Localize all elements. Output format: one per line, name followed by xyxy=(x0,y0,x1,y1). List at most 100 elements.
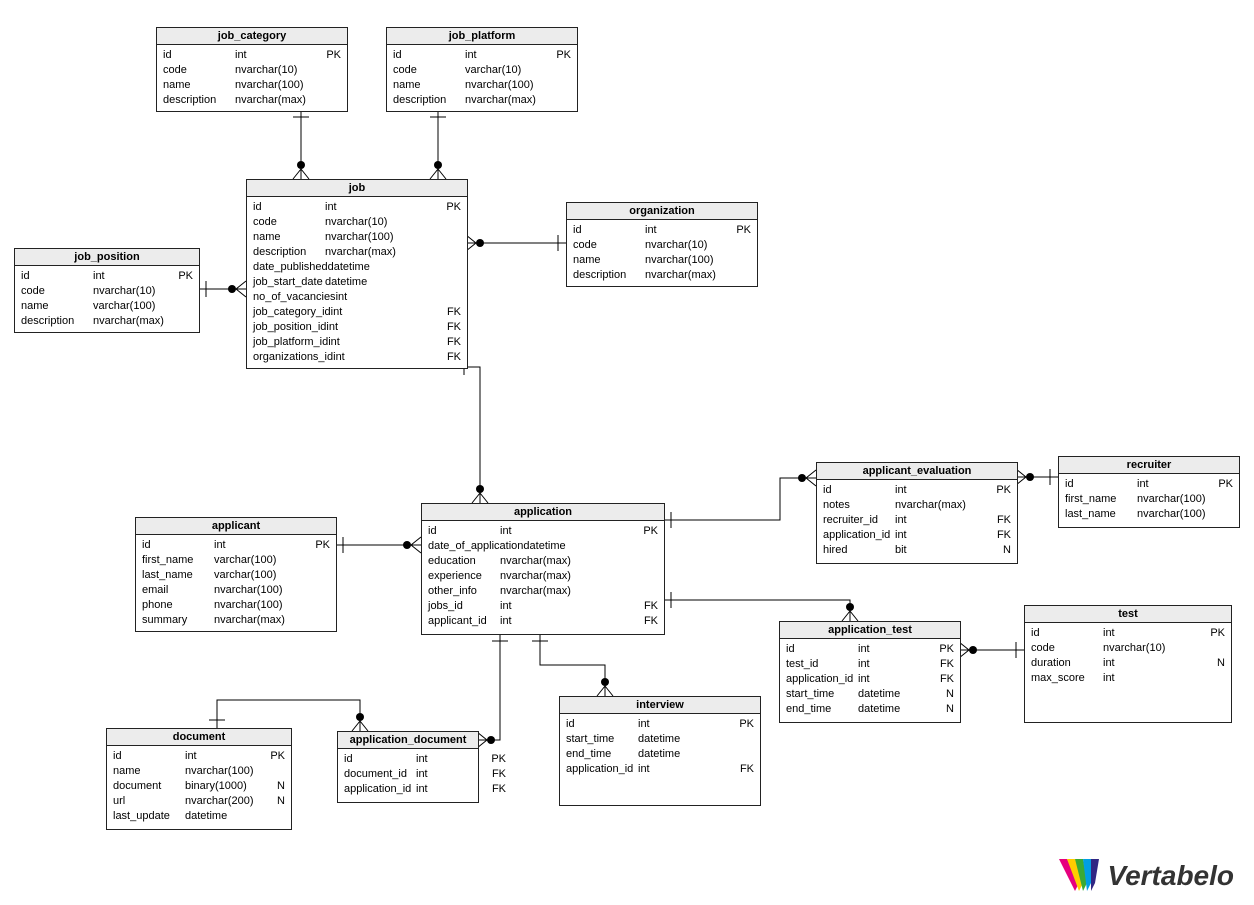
entity-columns: idintPKdocument_idintFKapplication_idint… xyxy=(338,749,478,800)
entity-columns: idintPKcodenvarchar(10)namenvarchar(100)… xyxy=(567,220,757,286)
column-row: start_timedatetime xyxy=(566,732,754,747)
entity-title: organization xyxy=(567,203,757,220)
entity-job_category[interactable]: job_categoryidintPKcodenvarchar(10)namen… xyxy=(156,27,348,112)
column-row: descriptionnvarchar(max) xyxy=(393,93,571,108)
vertabelo-logo: Vertabelo xyxy=(1059,859,1234,893)
entity-columns: idintPKcodenvarchar(10)namenvarchar(100)… xyxy=(247,197,467,368)
entity-title: job_position xyxy=(15,249,199,266)
column-row: idintPK xyxy=(344,752,472,767)
entity-document[interactable]: documentidintPKnamenvarchar(100)document… xyxy=(106,728,292,830)
entity-columns: idintPKdate_of_applicationdatetimeeducat… xyxy=(422,521,664,632)
column-row: descriptionnvarchar(max) xyxy=(21,314,193,329)
column-row: documentbinary(1000)N xyxy=(113,779,285,794)
entity-application[interactable]: applicationidintPKdate_of_applicationdat… xyxy=(421,503,665,635)
column-row: idintPK xyxy=(1031,626,1225,641)
entity-columns: idintPKfirst_namenvarchar(100)last_namen… xyxy=(1059,474,1239,525)
column-row: notesnvarchar(max) xyxy=(823,498,1011,513)
column-row: job_platform_idintFK xyxy=(253,335,461,350)
column-row: codenvarchar(10) xyxy=(163,63,341,78)
column-row: codenvarchar(10) xyxy=(573,238,751,253)
column-row: namenvarchar(100) xyxy=(163,78,341,93)
column-row: idintPK xyxy=(1065,477,1233,492)
column-row: idintPK xyxy=(573,223,751,238)
entity-title: recruiter xyxy=(1059,457,1239,474)
entity-columns: idintPKcodevarchar(10)namenvarchar(100)d… xyxy=(387,45,577,111)
column-row: educationnvarchar(max) xyxy=(428,554,658,569)
entity-recruiter[interactable]: recruiteridintPKfirst_namenvarchar(100)l… xyxy=(1058,456,1240,528)
entity-columns: idintPKfirst_namevarchar(100)last_nameva… xyxy=(136,535,336,631)
column-row: organizations_idintFK xyxy=(253,350,461,365)
entity-title: application_test xyxy=(780,622,960,639)
column-row: idintPK xyxy=(163,48,341,63)
column-row: last_namenvarchar(100) xyxy=(1065,507,1233,522)
column-row: namenvarchar(100) xyxy=(393,78,571,93)
column-row: durationintN xyxy=(1031,656,1225,671)
entity-title: job xyxy=(247,180,467,197)
column-row: document_idintFK xyxy=(344,767,472,782)
column-row: descriptionnvarchar(max) xyxy=(163,93,341,108)
entity-columns: idintPKcodenvarchar(10)namevarchar(100)d… xyxy=(15,266,199,332)
column-row: max_scoreint xyxy=(1031,671,1225,686)
column-row: idintPK xyxy=(393,48,571,63)
entity-title: job_category xyxy=(157,28,347,45)
column-row: codevarchar(10) xyxy=(393,63,571,78)
column-row: idintPK xyxy=(113,749,285,764)
entity-title: application xyxy=(422,504,664,521)
entity-applicant[interactable]: applicantidintPKfirst_namevarchar(100)la… xyxy=(135,517,337,632)
column-row: no_of_vacanciesint xyxy=(253,290,461,305)
entity-organization[interactable]: organizationidintPKcodenvarchar(10)namen… xyxy=(566,202,758,287)
entity-test[interactable]: test idintPKcodenvarchar(10)durationintNm… xyxy=(1024,605,1232,723)
entity-title: interview xyxy=(560,697,760,714)
column-row: idintPK xyxy=(823,483,1011,498)
column-row: application_idintFK xyxy=(566,762,754,777)
column-row: jobs_idintFK xyxy=(428,599,658,614)
entity-columns: idintPKstart_timedatetimeend_timedatetim… xyxy=(560,714,760,780)
column-row: job_position_idintFK xyxy=(253,320,461,335)
column-row: applicant_idintFK xyxy=(428,614,658,629)
entity-title: applicant_evaluation xyxy=(817,463,1017,480)
vertabelo-text: Vertabelo xyxy=(1107,860,1234,892)
column-row: urlnvarchar(200)N xyxy=(113,794,285,809)
column-row: idintPK xyxy=(428,524,658,539)
entity-title: applicant xyxy=(136,518,336,535)
column-row: experiencenvarchar(max) xyxy=(428,569,658,584)
column-row: namevarchar(100) xyxy=(21,299,193,314)
entity-title: job_platform xyxy=(387,28,577,45)
entity-columns: idintPKtest_idintFKapplication_idintFKst… xyxy=(780,639,960,720)
column-row: end_timedatetime xyxy=(566,747,754,762)
entity-job_platform[interactable]: job_platformidintPKcodevarchar(10)namenv… xyxy=(386,27,578,112)
entity-title: application_document xyxy=(338,732,478,749)
entity-columns: idintPKnamenvarchar(100)documentbinary(1… xyxy=(107,746,291,827)
column-row: application_idintFK xyxy=(786,672,954,687)
column-row: codenvarchar(10) xyxy=(1031,641,1225,656)
column-row: phonenvarchar(100) xyxy=(142,598,330,613)
entity-interview[interactable]: interviewidintPKstart_timedatetimeend_ti… xyxy=(559,696,761,806)
column-row: first_namevarchar(100) xyxy=(142,553,330,568)
column-row: other_infonvarchar(max) xyxy=(428,584,658,599)
column-row: application_idintFK xyxy=(823,528,1011,543)
column-row: hiredbitN xyxy=(823,543,1011,558)
column-row: end_timedatetimeN xyxy=(786,702,954,717)
entity-job_position[interactable]: job_positionidintPKcodenvarchar(10)namev… xyxy=(14,248,200,333)
column-row: idintPK xyxy=(21,269,193,284)
column-row: descriptionnvarchar(max) xyxy=(573,268,751,283)
erd-canvas[interactable]: job_categoryidintPKcodenvarchar(10)namen… xyxy=(0,0,1254,905)
column-row: namenvarchar(100) xyxy=(253,230,461,245)
column-row: date_of_applicationdatetime xyxy=(428,539,658,554)
entity-title: document xyxy=(107,729,291,746)
column-row: idintPK xyxy=(142,538,330,553)
column-row: recruiter_idintFK xyxy=(823,513,1011,528)
column-row: start_timedatetimeN xyxy=(786,687,954,702)
entity-columns: idintPKcodenvarchar(10)namenvarchar(100)… xyxy=(157,45,347,111)
entity-title: test xyxy=(1025,606,1231,623)
entity-columns: idintPKnotesnvarchar(max)recruiter_idint… xyxy=(817,480,1017,561)
column-row: namenvarchar(100) xyxy=(113,764,285,779)
entity-applicant_evaluation[interactable]: applicant_evaluationidintPKnotesnvarchar… xyxy=(816,462,1018,564)
entity-application_document[interactable]: application_documentidintPKdocument_idin… xyxy=(337,731,479,803)
column-row: last_updatedatetime xyxy=(113,809,285,824)
entity-job[interactable]: jobidintPKcodenvarchar(10)namenvarchar(1… xyxy=(246,179,468,369)
entity-application_test[interactable]: application_testidintPKtest_idintFKappli… xyxy=(779,621,961,723)
column-row: codenvarchar(10) xyxy=(253,215,461,230)
column-row: idintPK xyxy=(253,200,461,215)
column-row: first_namenvarchar(100) xyxy=(1065,492,1233,507)
